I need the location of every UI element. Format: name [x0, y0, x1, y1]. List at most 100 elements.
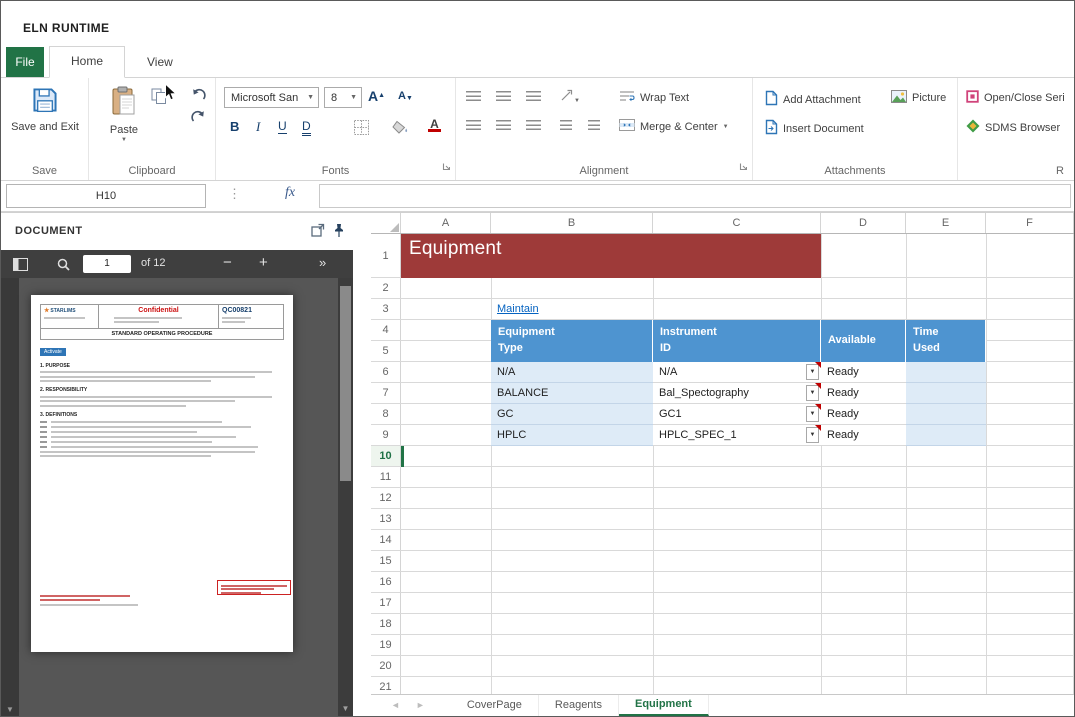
search-icon[interactable] [57, 258, 70, 276]
undo-button[interactable] [191, 88, 206, 106]
row-header-8[interactable]: 8 [371, 404, 401, 424]
column-header-C[interactable]: C [653, 213, 821, 233]
sheet-tab-equipment[interactable]: Equipment [619, 695, 709, 716]
orientation-button[interactable]: ▼ [560, 89, 580, 107]
redo-button[interactable] [191, 110, 206, 128]
sidebar-toggle-icon[interactable] [13, 258, 28, 276]
sheet-title-cell[interactable]: Equipment [401, 234, 821, 278]
tab-home[interactable]: Home [49, 46, 125, 78]
cell-time-used[interactable] [906, 425, 986, 446]
sheet-tab-reagents[interactable]: Reagents [539, 695, 619, 716]
double-underline-button[interactable]: D [302, 119, 311, 136]
row-header-20[interactable]: 20 [371, 656, 401, 676]
grow-font-button[interactable]: A▲ [368, 88, 385, 104]
cell-instrument-id[interactable]: N/A▼ [653, 362, 821, 383]
zoom-in-button[interactable]: + [259, 254, 268, 271]
maintain-link[interactable]: Maintain [497, 299, 539, 320]
row-header-5[interactable]: 5 [371, 341, 401, 361]
cell-instrument-id[interactable]: HPLC_SPEC_1▼ [653, 425, 821, 446]
cell-equipment-type[interactable]: GC [491, 404, 653, 425]
italic-button[interactable]: I [256, 119, 260, 135]
align-center-icon[interactable] [496, 120, 511, 131]
row-header-4[interactable]: 4 [371, 320, 401, 340]
cell-instrument-id[interactable]: Bal_Spectography▼ [653, 383, 821, 404]
sheet-nav-right-icon[interactable]: ► [416, 695, 425, 716]
tab-view[interactable]: View [125, 47, 195, 77]
row-header-12[interactable]: 12 [371, 488, 401, 508]
add-attachment-button[interactable]: Add Attachment [765, 90, 861, 109]
row-header-3[interactable]: 3 [371, 299, 401, 319]
bold-button[interactable]: B [230, 119, 239, 134]
cell-time-used[interactable] [906, 362, 986, 383]
row-header-21[interactable]: 21 [371, 677, 401, 694]
popout-icon[interactable] [311, 223, 325, 242]
row-header-7[interactable]: 7 [371, 383, 401, 403]
align-middle-icon[interactable] [496, 91, 511, 102]
page-number-input[interactable]: 1 [83, 255, 131, 273]
row-header-9[interactable]: 9 [371, 425, 401, 445]
insert-document-button[interactable]: Insert Document [765, 119, 864, 138]
increase-indent-icon[interactable] [588, 120, 600, 131]
row-header-2[interactable]: 2 [371, 278, 401, 298]
cell-available[interactable]: Ready [821, 425, 906, 446]
align-top-icon[interactable] [466, 91, 481, 102]
expand-toolbar-button[interactable]: » [319, 255, 326, 270]
column-header-E[interactable]: E [906, 213, 986, 233]
row-header-15[interactable]: 15 [371, 551, 401, 571]
cell-equipment-type[interactable]: N/A [491, 362, 653, 383]
cell-available[interactable]: Ready [821, 404, 906, 425]
merge-center-button[interactable]: Merge & Center ▼ [619, 119, 729, 134]
open-close-series-button[interactable]: Open/Close Seri [966, 90, 1065, 106]
row-header-17[interactable]: 17 [371, 593, 401, 613]
scrollbar-thumb[interactable] [340, 286, 351, 481]
picture-button[interactable]: Picture [891, 90, 946, 106]
row-header-1[interactable]: 1 [371, 234, 401, 277]
align-bottom-icon[interactable] [526, 91, 541, 102]
underline-button[interactable]: U [278, 119, 287, 134]
cell-equipment-type[interactable]: BALANCE [491, 383, 653, 404]
font-color-button[interactable]: A [428, 118, 441, 132]
wrap-text-button[interactable]: Wrap Text [619, 90, 689, 105]
row-header-13[interactable]: 13 [371, 509, 401, 529]
select-all-corner[interactable] [371, 213, 401, 233]
row-header-11[interactable]: 11 [371, 467, 401, 487]
cell-equipment-type[interactable]: HPLC [491, 425, 653, 446]
row-header-6[interactable]: 6 [371, 362, 401, 382]
align-left-icon[interactable] [466, 120, 481, 131]
shrink-font-button[interactable]: A▼ [398, 90, 413, 102]
pin-icon[interactable] [333, 223, 345, 243]
tab-file[interactable]: File [6, 47, 44, 77]
column-header-F[interactable]: F [986, 213, 1074, 233]
save-and-exit-button[interactable]: Save and Exit [7, 87, 83, 133]
decrease-indent-icon[interactable] [560, 120, 572, 131]
name-box-splitter[interactable]: ⋮ [228, 186, 241, 202]
fill-color-button[interactable] [392, 120, 409, 140]
row-header-18[interactable]: 18 [371, 614, 401, 634]
sdms-browser-button[interactable]: SDMS Browser [966, 119, 1060, 136]
cell-available[interactable]: Ready [821, 383, 906, 404]
row-header-14[interactable]: 14 [371, 530, 401, 550]
cell-instrument-id[interactable]: GC1▼ [653, 404, 821, 425]
scroll-down-icon[interactable]: ▼ [1, 705, 19, 714]
name-box[interactable]: H10 [6, 184, 206, 208]
align-right-icon[interactable] [526, 120, 541, 131]
borders-button[interactable] [354, 120, 369, 140]
row-header-19[interactable]: 19 [371, 635, 401, 655]
font-size-select[interactable]: 8▼ [324, 87, 362, 108]
font-name-select[interactable]: Microsoft San▼ [224, 87, 319, 108]
cell-time-used[interactable] [906, 404, 986, 425]
sheet-tab-coverpage[interactable]: CoverPage [451, 695, 539, 716]
column-header-D[interactable]: D [821, 213, 906, 233]
column-header-A[interactable]: A [401, 213, 491, 233]
scrollbar-down-icon[interactable]: ▼ [338, 704, 353, 713]
insert-function-button[interactable]: fx [285, 185, 295, 201]
paste-button[interactable]: Paste ▼ [101, 86, 147, 143]
cell-time-used[interactable] [906, 383, 986, 404]
sheet-nav-left-icon[interactable]: ◄ [391, 695, 400, 716]
row-header-16[interactable]: 16 [371, 572, 401, 592]
column-header-B[interactable]: B [491, 213, 653, 233]
zoom-out-button[interactable]: − [223, 254, 232, 271]
row-header-10[interactable]: 10 [371, 446, 401, 466]
formula-input[interactable] [319, 184, 1071, 208]
cell-available[interactable]: Ready [821, 362, 906, 383]
